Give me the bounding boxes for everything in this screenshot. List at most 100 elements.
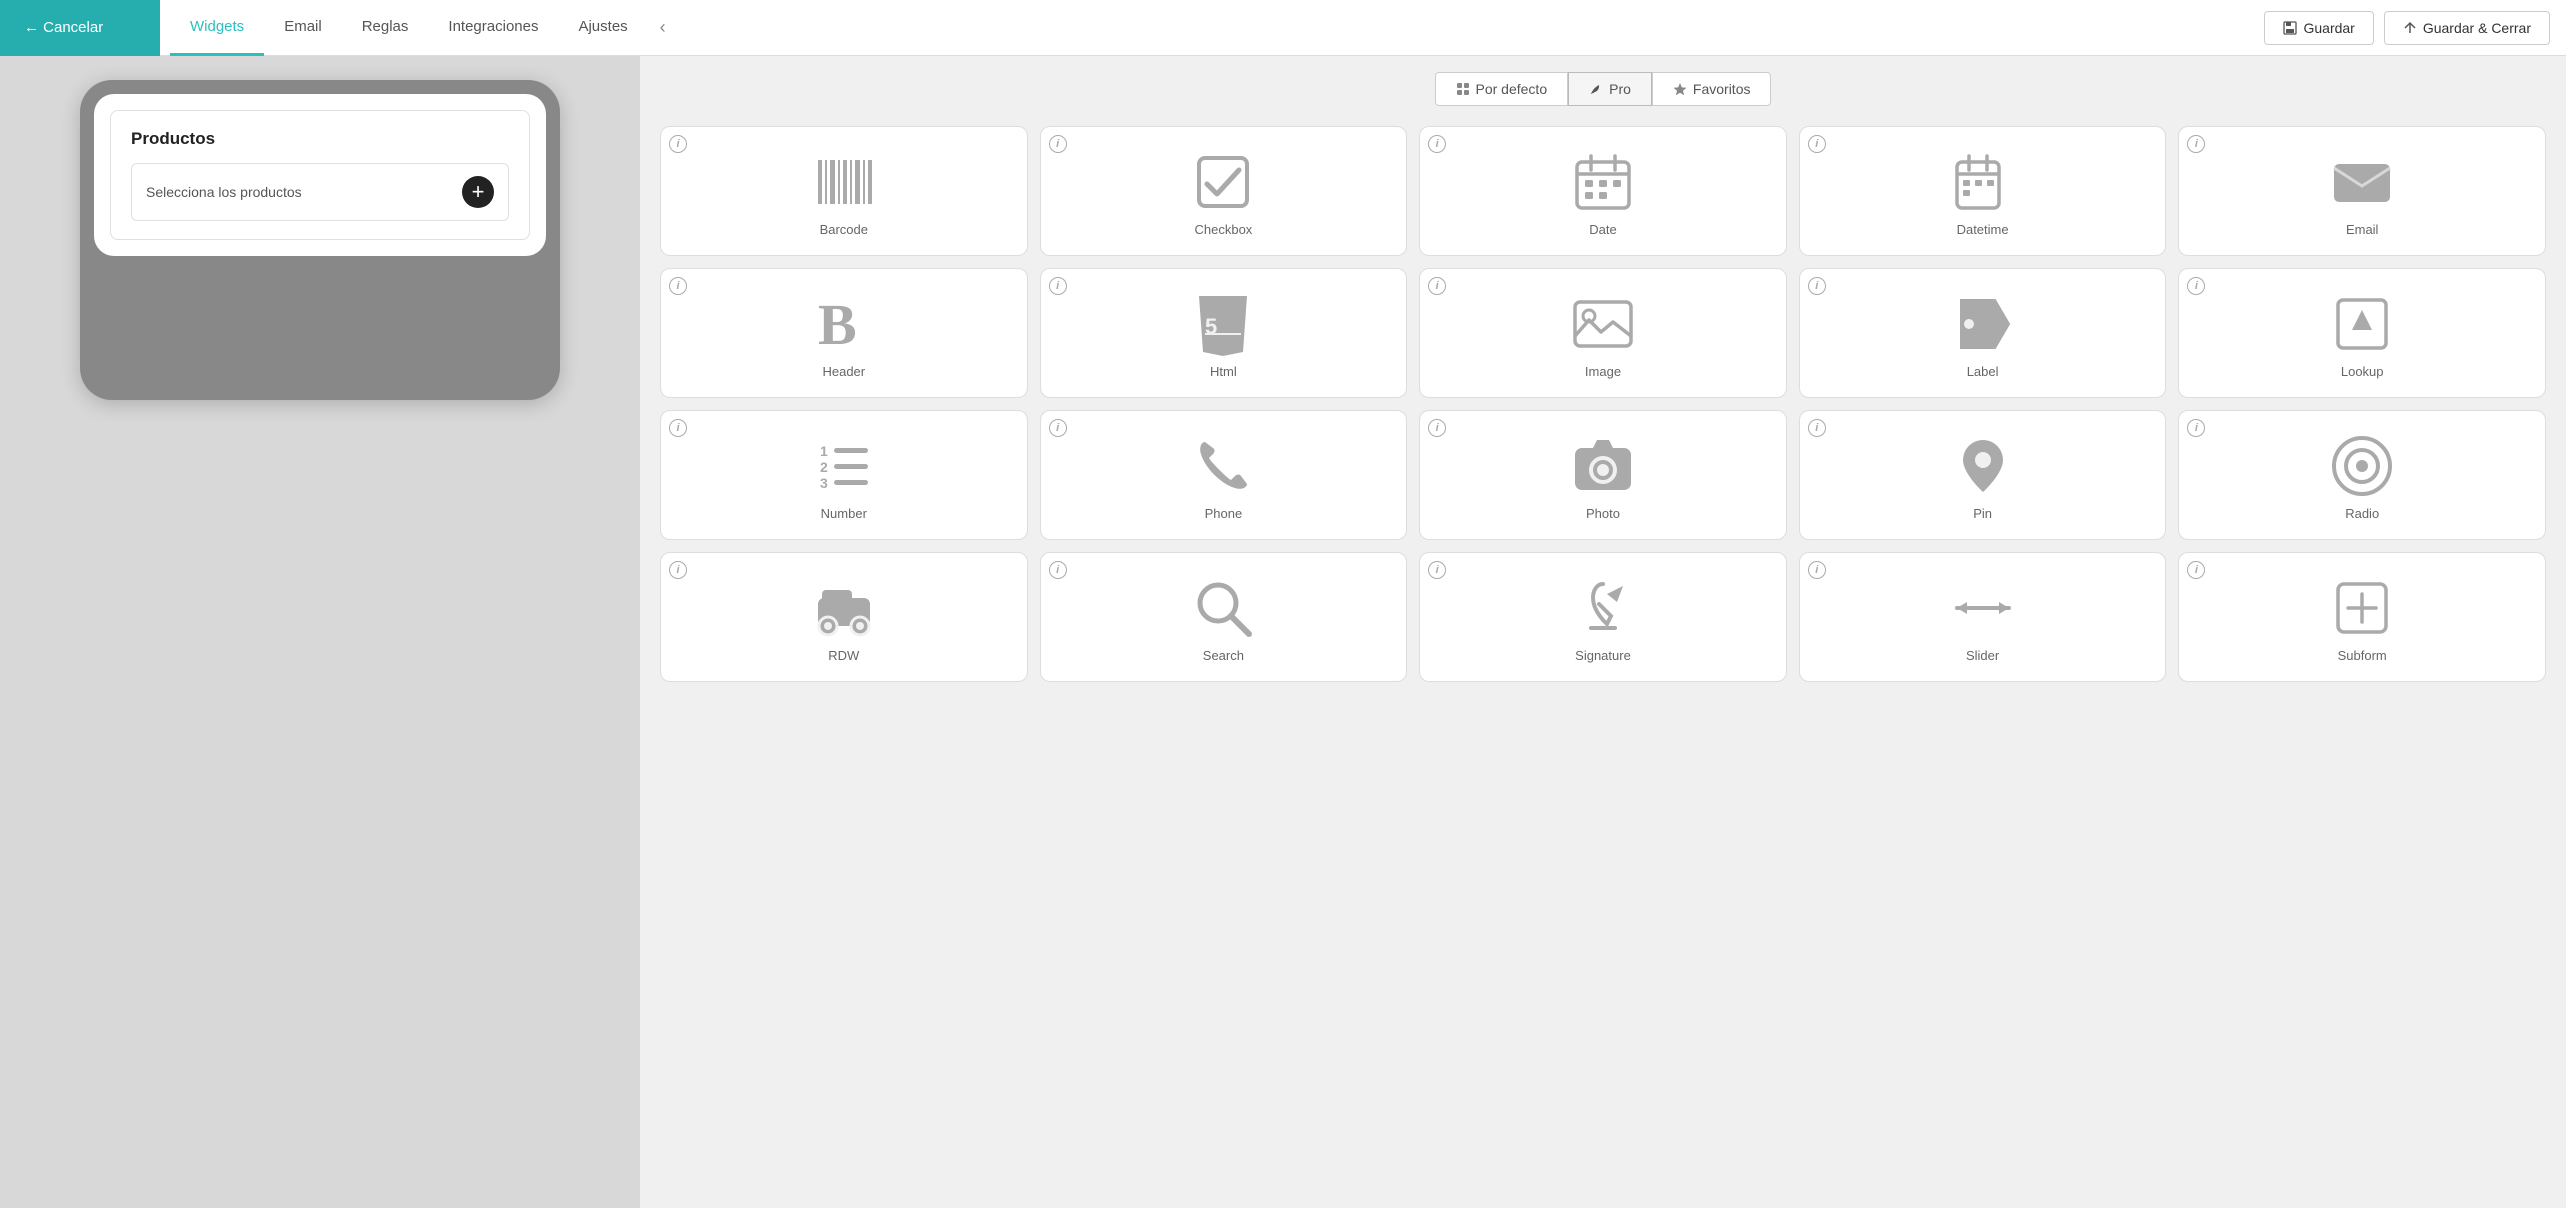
signature-label: Signature [1575,648,1631,663]
search-info[interactable]: i [1049,561,1067,579]
form-field-row: Selecciona los productos + [131,163,509,221]
photo-info[interactable]: i [1428,419,1446,437]
widget-signature[interactable]: i Signature [1419,552,1787,682]
tab-reglas[interactable]: Reglas [342,0,429,56]
tab-widgets[interactable]: Widgets [170,0,264,56]
number-info[interactable]: i [669,419,687,437]
slider-info[interactable]: i [1808,561,1826,579]
signature-icon [1571,576,1635,640]
email-info[interactable]: i [2187,135,2205,153]
device-screen: Productos Selecciona los productos + [94,94,546,256]
barcode-info[interactable]: i [669,135,687,153]
image-info[interactable]: i [1428,277,1446,295]
email-icon [2330,150,2394,214]
date-info[interactable]: i [1428,135,1446,153]
header-label: Header [822,364,865,379]
cancel-button[interactable]: ← Cancelar [0,0,160,56]
pin-info[interactable]: i [1808,419,1826,437]
tab-favoritos[interactable]: Favoritos [1652,72,1772,106]
widget-barcode[interactable]: i Barcode [660,126,1028,256]
radio-icon [2330,434,2394,498]
widget-email[interactable]: i Email [2178,126,2546,256]
save-close-button[interactable]: Guardar & Cerrar [2384,11,2550,45]
widget-pin[interactable]: i Pin [1799,410,2167,540]
save-button[interactable]: Guardar [2264,11,2373,45]
pin-label: Pin [1973,506,1992,521]
star-icon [1673,82,1687,96]
svg-text:5: 5 [1205,314,1217,339]
image-icon [1571,292,1635,356]
rdw-info[interactable]: i [669,561,687,579]
photo-label: Photo [1586,506,1620,521]
widget-rdw[interactable]: i RDW [660,552,1028,682]
save-label: Guardar [2303,20,2354,36]
slider-label: Slider [1966,648,1999,663]
radio-label: Radio [2345,506,2379,521]
widget-header[interactable]: i B Header [660,268,1028,398]
html-info[interactable]: i [1049,277,1067,295]
pro-label: Pro [1609,81,1631,97]
label-info[interactable]: i [1808,277,1826,295]
widget-search[interactable]: i Search [1040,552,1408,682]
widget-tabs: Por defecto Pro Favoritos [660,72,2546,106]
datetime-info[interactable]: i [1808,135,1826,153]
date-icon [1571,150,1635,214]
tab-por-defecto[interactable]: Por defecto [1435,72,1569,106]
collapse-button[interactable]: ‹ [648,17,678,38]
tab-ajustes[interactable]: Ajustes [558,0,647,56]
widget-lookup[interactable]: i Lookup [2178,268,2546,398]
header-info[interactable]: i [669,277,687,295]
leaf-icon [1589,82,1603,96]
checkbox-icon [1191,150,1255,214]
tab-email[interactable]: Email [264,0,342,56]
preview-panel: Productos Selecciona los productos + [0,56,640,1208]
widget-image[interactable]: i Image [1419,268,1787,398]
subform-info[interactable]: i [2187,561,2205,579]
lookup-icon [2330,292,2394,356]
widget-subform[interactable]: i Subform [2178,552,2546,682]
svg-text:2: 2 [820,459,828,475]
add-product-button[interactable]: + [462,176,494,208]
subform-label: Subform [2338,648,2387,663]
svg-text:B: B [818,292,857,356]
email-label: Email [2346,222,2379,237]
radio-info[interactable]: i [2187,419,2205,437]
widget-label[interactable]: i Label [1799,268,2167,398]
por-defecto-label: Por defecto [1476,81,1548,97]
widget-checkbox[interactable]: i Checkbox [1040,126,1408,256]
datetime-label: Datetime [1957,222,2009,237]
header-icon: B [812,292,876,356]
favoritos-label: Favoritos [1693,81,1751,97]
form-field-label: Selecciona los productos [146,184,302,200]
form-card: Productos Selecciona los productos + [110,110,530,240]
barcode-label: Barcode [820,222,868,237]
lookup-label: Lookup [2341,364,2384,379]
checkbox-info[interactable]: i [1049,135,1067,153]
lookup-info[interactable]: i [2187,277,2205,295]
signature-info[interactable]: i [1428,561,1446,579]
widget-radio[interactable]: i Radio [2178,410,2546,540]
grid-icon [1456,82,1470,96]
device-frame: Productos Selecciona los productos + [80,80,560,400]
widget-html[interactable]: i 5 Html [1040,268,1408,398]
tab-integraciones[interactable]: Integraciones [428,0,558,56]
date-label: Date [1589,222,1616,237]
nav-right: Guardar Guardar & Cerrar [2264,11,2566,45]
svg-text:1: 1 [820,443,828,459]
widgets-panel: Por defecto Pro Favoritos [640,56,2566,1208]
widget-slider[interactable]: i Slider [1799,552,2167,682]
main-content: Productos Selecciona los productos + [0,56,2566,1208]
widget-datetime[interactable]: i Datetime [1799,126,2167,256]
label-label: Label [1967,364,1999,379]
widget-date[interactable]: i Date [1419,126,1787,256]
widget-number[interactable]: i 1 2 3 Number [660,410,1028,540]
html-icon: 5 [1191,292,1255,356]
widget-phone[interactable]: i Phone [1040,410,1408,540]
barcode-icon [812,150,876,214]
save-close-label: Guardar & Cerrar [2423,20,2531,36]
widget-photo[interactable]: i Photo [1419,410,1787,540]
tab-pro[interactable]: Pro [1568,72,1652,106]
svg-text:3: 3 [820,475,828,491]
image-label: Image [1585,364,1621,379]
phone-info[interactable]: i [1049,419,1067,437]
